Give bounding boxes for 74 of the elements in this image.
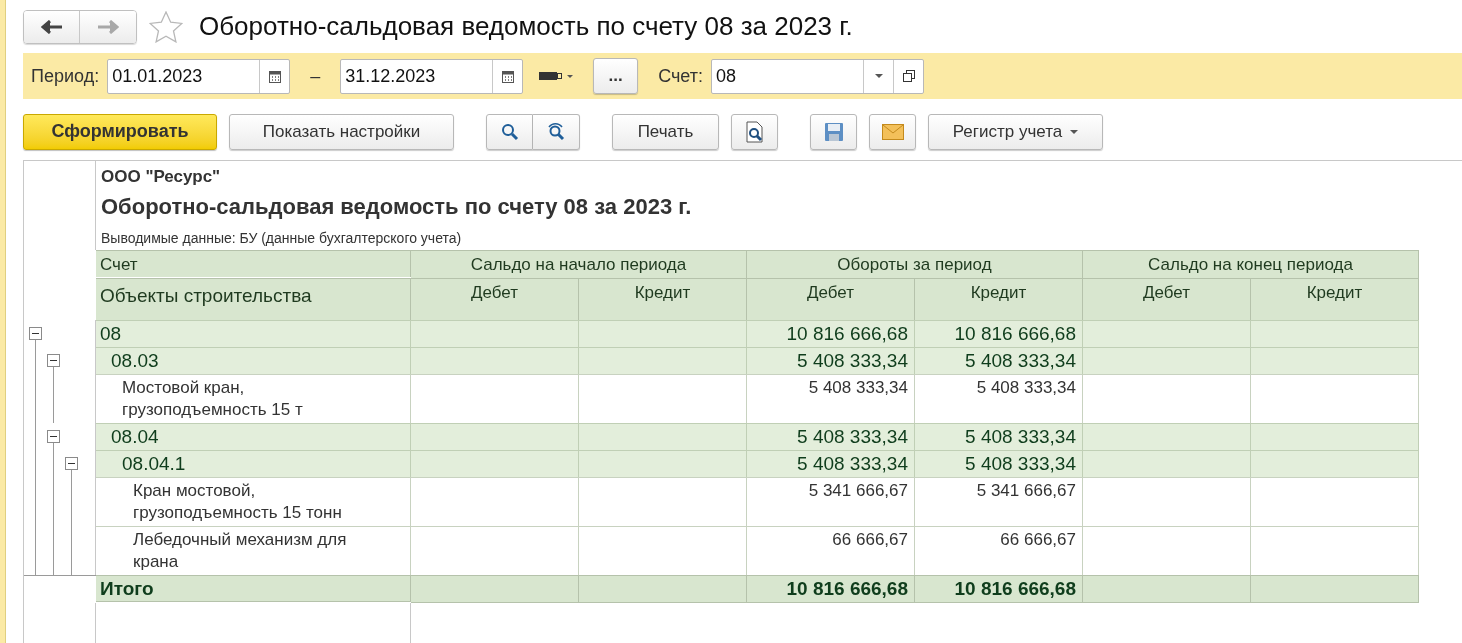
save-icon xyxy=(823,121,844,142)
object-cell: Кран мостовой, грузоподъемность 15 тонн xyxy=(96,477,411,526)
account-cell: 08.04.1 xyxy=(96,450,411,477)
send-email-button[interactable] xyxy=(869,113,916,150)
envelope-icon xyxy=(881,123,904,140)
show-settings-button[interactable]: Показать настройки xyxy=(229,113,454,150)
report-subtitle: Выводимые данные: БУ (данные бухгалтерского учета) xyxy=(101,228,463,248)
amount-cell: 10 816 666,68 xyxy=(915,320,1083,347)
object-cell: Мостовой кран, грузоподъемность 15 т xyxy=(96,374,411,423)
amount-cell: 5 341 666,67 xyxy=(747,477,915,526)
amount-cell: 5 408 333,34 xyxy=(747,347,915,374)
amount-cell: 5 408 333,34 xyxy=(915,423,1083,450)
back-button[interactable] xyxy=(24,10,80,43)
account-cell: 08.03 xyxy=(96,347,411,374)
total-amount-cell: 10 816 666,68 xyxy=(747,575,915,603)
header-cell: Дебет xyxy=(747,278,915,320)
header-cell: Счет xyxy=(96,250,411,277)
right-arrow-icon xyxy=(97,19,119,34)
amount-cell: 66 666,67 xyxy=(915,526,1083,575)
search-button[interactable] xyxy=(486,113,533,150)
favorite-star-icon[interactable] xyxy=(149,10,183,43)
amount-cell: 66 666,67 xyxy=(747,526,915,575)
total-amount-cell: 10 816 666,68 xyxy=(915,575,1083,603)
organization-name: ООО "Ресурс" xyxy=(101,166,222,188)
dropdown-caret-icon[interactable] xyxy=(874,74,883,79)
collapse-toggle[interactable] xyxy=(29,327,42,340)
amount-cell: 5 408 333,34 xyxy=(747,450,915,477)
more-button[interactable]: ... xyxy=(593,58,639,95)
header-cell: Кредит xyxy=(579,278,747,320)
amount-cell: 5 408 333,34 xyxy=(747,423,915,450)
document-search-icon xyxy=(744,120,765,143)
amount-cell: 5 408 333,34 xyxy=(915,450,1083,477)
search-repeat-icon xyxy=(546,121,566,142)
header-cell: Кредит xyxy=(1251,278,1419,320)
left-arrow-icon xyxy=(40,19,63,34)
calendar-icon xyxy=(501,69,514,83)
amount-cell: 5 408 333,34 xyxy=(915,347,1083,374)
preview-button[interactable] xyxy=(731,113,778,150)
period-label: Период: xyxy=(31,64,100,88)
report-title: Оборотно-сальдовая ведомость по счету 08 за 2023 г. xyxy=(101,192,692,221)
collapse-toggle[interactable] xyxy=(65,457,78,470)
header-cell: Дебет xyxy=(1083,278,1251,320)
header-cell: Сальдо на начало периода xyxy=(411,250,747,278)
date-to-field[interactable]: 31.12.2023 xyxy=(340,58,524,94)
print-button[interactable]: Печать xyxy=(612,113,719,150)
header-cell: Объекты строительства xyxy=(96,278,411,320)
total-label: Итого xyxy=(96,575,411,602)
amount-cell: 10 816 666,68 xyxy=(747,320,915,347)
dropdown-caret-icon xyxy=(1070,129,1079,134)
object-cell: Лебедочный механизм для крана xyxy=(96,526,411,575)
window-title: Оборотно-сальдовая ведомость по счету 08 за 2023 г. xyxy=(199,10,853,44)
calendar-icon xyxy=(268,69,281,83)
account-combo-field[interactable]: 08 xyxy=(711,58,924,94)
account-cell: 08 xyxy=(96,320,411,347)
account-cell: 08.04 xyxy=(96,423,411,450)
collapse-toggle[interactable] xyxy=(47,430,60,443)
account-label: Счет: xyxy=(658,64,703,88)
header-cell: Кредит xyxy=(915,278,1083,320)
register-dropdown-button[interactable]: Регистр учета xyxy=(928,113,1103,150)
search-icon xyxy=(500,122,519,141)
period-type-icon xyxy=(539,71,574,82)
amount-cell: 5 408 333,34 xyxy=(747,374,915,423)
collapse-toggle[interactable] xyxy=(47,354,60,367)
date-separator: – xyxy=(310,64,321,88)
amount-cell: 5 408 333,34 xyxy=(915,374,1083,423)
date-from-field[interactable]: 01.01.2023 xyxy=(107,58,291,94)
open-window-icon[interactable] xyxy=(901,69,916,84)
generate-button[interactable]: Сформировать xyxy=(23,113,217,150)
header-cell: Дебет xyxy=(411,278,579,320)
save-button[interactable] xyxy=(810,113,857,150)
amount-cell: 5 341 666,67 xyxy=(915,477,1083,526)
search-next-button[interactable] xyxy=(533,113,580,150)
header-cell: Сальдо на конец периода xyxy=(1083,250,1419,278)
header-cell: Обороты за период xyxy=(747,250,1083,278)
